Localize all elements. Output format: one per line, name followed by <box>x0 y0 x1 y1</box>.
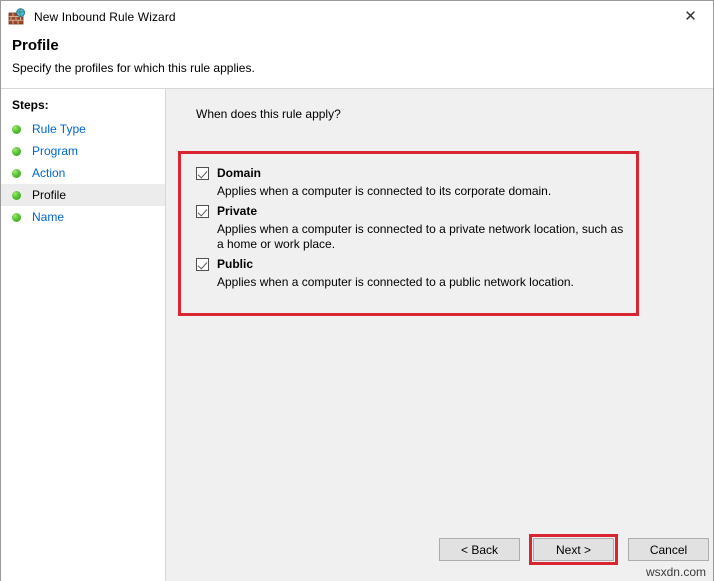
domain-checkbox[interactable] <box>196 167 209 180</box>
watermark: wsxdn.com <box>646 565 706 579</box>
profile-option-label: Domain <box>217 166 261 180</box>
step-bullet-icon <box>12 125 21 134</box>
window-title: New Inbound Rule Wizard <box>34 10 176 24</box>
public-checkbox[interactable] <box>196 258 209 271</box>
body: Steps: Rule Type Program Action Profile … <box>1 89 713 581</box>
content-pane: When does this rule apply? Domain Applie… <box>166 89 713 581</box>
sidebar-item-program[interactable]: Program <box>1 140 165 162</box>
page-title: Profile <box>12 33 713 54</box>
sidebar-item-label: Action <box>32 166 65 180</box>
profile-option-description: Applies when a computer is connected to … <box>217 184 625 199</box>
step-bullet-icon <box>12 213 21 222</box>
close-icon[interactable]: ✕ <box>668 1 713 32</box>
profile-option-label: Private <box>217 204 257 218</box>
page-subtitle: Specify the profiles for which this rule… <box>12 54 713 75</box>
step-bullet-icon <box>12 169 21 178</box>
profile-option-description: Applies when a computer is connected to … <box>217 275 625 290</box>
profile-option-domain[interactable]: Domain Applies when a computer is connec… <box>196 164 626 199</box>
title-bar: New Inbound Rule Wizard ✕ <box>1 1 713 33</box>
profile-option-label: Public <box>217 257 253 271</box>
sidebar-item-profile[interactable]: Profile <box>1 184 165 206</box>
sidebar-item-action[interactable]: Action <box>1 162 165 184</box>
profile-option-row[interactable]: Public <box>196 255 626 273</box>
profile-options-group: Domain Applies when a computer is connec… <box>196 164 626 293</box>
sidebar-item-label: Program <box>32 144 78 158</box>
sidebar-item-label: Name <box>32 210 64 224</box>
question-label: When does this rule apply? <box>196 107 341 121</box>
steps-heading: Steps: <box>1 98 165 118</box>
back-button[interactable]: < Back <box>439 538 520 561</box>
cancel-button[interactable]: Cancel <box>628 538 709 561</box>
sidebar-item-label: Profile <box>32 188 66 202</box>
profile-option-row[interactable]: Domain <box>196 164 626 182</box>
sidebar-item-label: Rule Type <box>32 122 86 136</box>
profile-option-public[interactable]: Public Applies when a computer is connec… <box>196 255 626 290</box>
next-button-annotation-highlight <box>529 534 618 565</box>
sidebar-item-name[interactable]: Name <box>1 206 165 228</box>
profile-option-row[interactable]: Private <box>196 202 626 220</box>
wizard-footer: < Back Next > Cancel <box>166 525 713 581</box>
step-bullet-icon <box>12 191 21 200</box>
steps-sidebar: Steps: Rule Type Program Action Profile … <box>1 89 166 581</box>
profile-option-description: Applies when a computer is connected to … <box>217 222 625 252</box>
sidebar-item-rule-type[interactable]: Rule Type <box>1 118 165 140</box>
profile-option-private[interactable]: Private Applies when a computer is conne… <box>196 202 626 252</box>
private-checkbox[interactable] <box>196 205 209 218</box>
page-header: Profile Specify the profiles for which t… <box>1 33 713 89</box>
step-bullet-icon <box>12 147 21 156</box>
wizard-window: New Inbound Rule Wizard ✕ Profile Specif… <box>0 0 714 581</box>
firewall-globe-icon <box>8 8 26 26</box>
